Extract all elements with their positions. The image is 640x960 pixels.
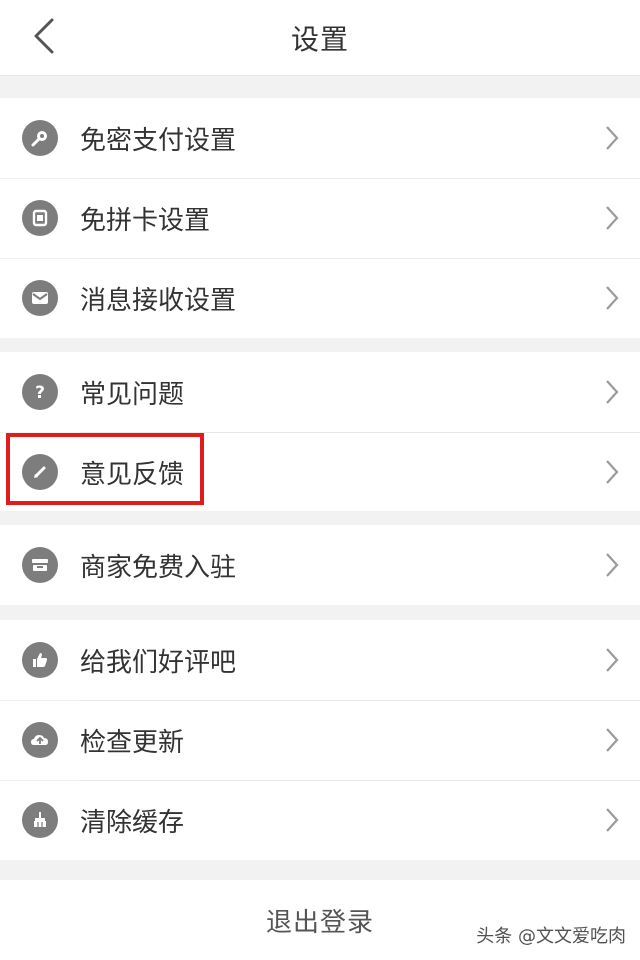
settings-item-label: 商家免费入驻 (80, 552, 237, 583)
settings-item-merchant-join[interactable]: 商家免费入驻 (0, 525, 640, 605)
settings-item-label: 常见问题 (80, 379, 185, 410)
top-bar: 设置 (0, 0, 640, 76)
settings-item-check-update[interactable]: 检查更新 (0, 701, 640, 780)
logout-button[interactable]: 退出登录 (0, 880, 640, 960)
chevron-right-icon (602, 204, 622, 232)
chevron-right-icon (602, 646, 622, 674)
question-icon: ? (22, 374, 58, 410)
chevron-right-icon (602, 806, 622, 834)
settings-item-label: 检查更新 (80, 728, 185, 758)
page-title: 设置 (290, 23, 349, 56)
settings-item-rate-us[interactable]: 给我们好评吧 (0, 620, 640, 700)
settings-item-password-free-pay[interactable]: 免密支付设置 (0, 98, 640, 178)
chevron-right-icon (602, 458, 622, 486)
settings-item-clear-cache[interactable]: 清除缓存 (0, 781, 640, 860)
edit-pencil-icon (22, 454, 58, 490)
cloud-upload-icon (22, 722, 58, 758)
key-icon (22, 120, 58, 156)
thumbs-up-icon (22, 642, 58, 678)
broom-icon (22, 802, 58, 838)
settings-item-label: 清除缓存 (80, 808, 185, 838)
store-icon (22, 547, 58, 583)
svg-text:?: ? (35, 383, 45, 402)
settings-item-label: 给我们好评吧 (80, 647, 237, 678)
chevron-right-icon (602, 284, 622, 312)
settings-item-label: 消息接收设置 (80, 286, 237, 316)
chevron-right-icon (602, 726, 622, 754)
chevron-right-icon (602, 124, 622, 152)
chevron-right-icon (602, 551, 622, 579)
settings-item-faq[interactable]: ? 常见问题 (0, 352, 640, 432)
settings-item-message-receive[interactable]: 消息接收设置 (0, 259, 640, 338)
settings-page: 设置 免密支付设置 免拼卡设置 消息接收设置 ? 常见问题 意见反馈 商家免费入… (0, 0, 640, 960)
source-watermark: 头条 @文文爱吃肉 (476, 926, 626, 947)
settings-item-feedback[interactable]: 意见反馈 (0, 433, 640, 511)
card-icon (22, 200, 58, 236)
mail-icon (22, 280, 58, 316)
settings-item-label: 免拼卡设置 (80, 206, 211, 236)
chevron-right-icon (602, 378, 622, 406)
settings-item-label: 意见反馈 (80, 459, 185, 490)
settings-item-label: 免密支付设置 (80, 125, 237, 156)
settings-item-free-group-card[interactable]: 免拼卡设置 (0, 179, 640, 258)
